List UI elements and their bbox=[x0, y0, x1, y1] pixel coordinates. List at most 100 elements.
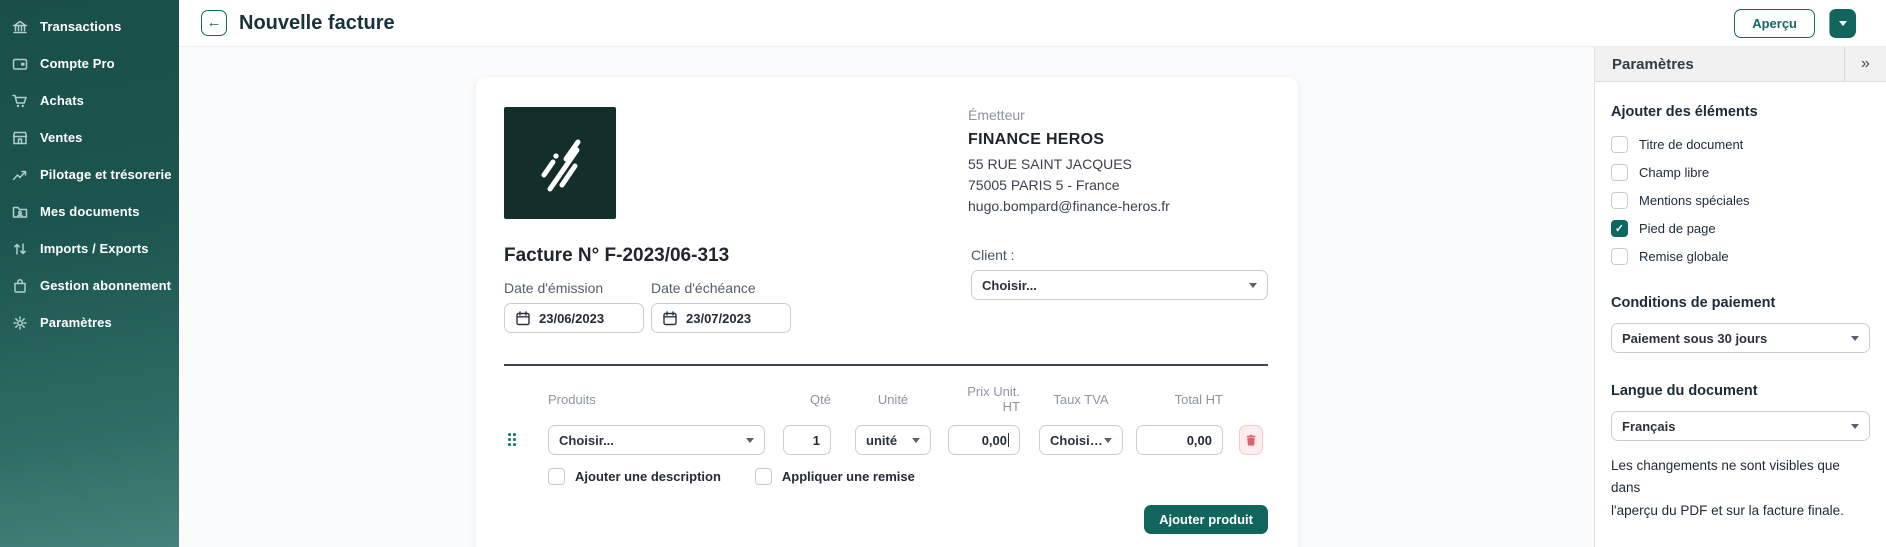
calendar-icon bbox=[515, 310, 531, 326]
chevron-down-icon bbox=[1851, 336, 1859, 341]
element-option-row: Remise globale bbox=[1611, 248, 1870, 265]
collapse-panel-button[interactable]: » bbox=[1844, 47, 1886, 81]
invoice-card-top: Émetteur FINANCE HEROS 55 RUE SAINT JACQ… bbox=[504, 107, 1268, 219]
issue-date-group: Date d'émission 23/06/2023 bbox=[504, 280, 644, 333]
vat-select[interactable]: Choisir... bbox=[1039, 425, 1123, 455]
client-label: Client : bbox=[971, 247, 1268, 263]
apply-discount-checkbox[interactable] bbox=[755, 468, 772, 485]
unit-cell: unité bbox=[855, 425, 931, 455]
add-description-checkbox[interactable] bbox=[548, 468, 565, 485]
unit-select-value: unité bbox=[866, 433, 897, 448]
chevron-down-icon bbox=[1851, 424, 1859, 429]
qty-input[interactable]: 1 bbox=[783, 425, 831, 455]
sidebar-item-compte-pro[interactable]: Compte Pro bbox=[0, 45, 179, 82]
row-handle-cell bbox=[504, 433, 548, 447]
header-produits: Produits bbox=[548, 392, 765, 407]
row-options: Ajouter une description Appliquer une re… bbox=[548, 468, 1268, 485]
sidebar-item-label: Transactions bbox=[40, 19, 121, 34]
payment-terms-select[interactable]: Paiement sous 30 jours bbox=[1611, 323, 1870, 353]
invoice-number: Facture N° F-2023/06-313 bbox=[504, 245, 791, 267]
card-icon bbox=[11, 55, 29, 73]
payment-terms-section: Conditions de paiement Paiement sous 30 … bbox=[1611, 295, 1870, 353]
sidebar-item-mes-documents[interactable]: Mes documents bbox=[0, 193, 179, 230]
sidebar-item-pilotage[interactable]: Pilotage et trésorerie bbox=[0, 156, 179, 193]
pied-de-page-checkbox[interactable]: ✓ bbox=[1611, 220, 1628, 237]
double-chevron-right-icon: » bbox=[1861, 55, 1870, 73]
sidebar-item-achats[interactable]: Achats bbox=[0, 82, 179, 119]
text-cursor bbox=[1008, 433, 1009, 447]
emitter-email: hugo.bompard@finance-heros.fr bbox=[968, 198, 1268, 214]
total-input[interactable]: 0,00 bbox=[1136, 425, 1223, 455]
document-language-select[interactable]: Français bbox=[1611, 411, 1870, 441]
delete-row-button[interactable] bbox=[1239, 425, 1263, 455]
company-logo bbox=[504, 107, 616, 219]
sidebar-item-imports-exports[interactable]: Imports / Exports bbox=[0, 230, 179, 267]
settings-panel: Paramètres » Ajouter des éléments Titre … bbox=[1594, 47, 1886, 547]
app-root: Transactions Compte Pro Achats Ventes Pi… bbox=[0, 0, 1886, 547]
remise-globale-checkbox[interactable] bbox=[1611, 248, 1628, 265]
preview-button[interactable]: Aperçu bbox=[1734, 9, 1815, 38]
element-label: Titre de document bbox=[1639, 137, 1743, 152]
unit-select[interactable]: unité bbox=[855, 425, 931, 455]
sidebar-item-label: Ventes bbox=[40, 130, 83, 145]
back-button[interactable]: ← bbox=[201, 10, 227, 36]
product-select-value: Choisir... bbox=[559, 433, 614, 448]
sidebar-item-gestion-abonnement[interactable]: Gestion abonnement bbox=[0, 267, 179, 304]
emitter-address-line1: 55 RUE SAINT JACQUES bbox=[968, 156, 1268, 172]
gear-icon bbox=[11, 314, 29, 332]
due-date-label: Date d'échéance bbox=[651, 280, 791, 296]
sidebar-item-label: Gestion abonnement bbox=[40, 278, 171, 293]
element-label: Mentions spéciales bbox=[1639, 193, 1750, 208]
sidebar-item-parametres[interactable]: Paramètres bbox=[0, 304, 179, 341]
client-select[interactable]: Choisir... bbox=[971, 270, 1268, 300]
sidebar-item-ventes[interactable]: Ventes bbox=[0, 119, 179, 156]
vat-select-value: Choisir... bbox=[1050, 433, 1104, 448]
header-taux-tva: Taux TVA bbox=[1039, 392, 1123, 407]
payment-terms-title: Conditions de paiement bbox=[1611, 295, 1870, 311]
chart-icon bbox=[11, 166, 29, 184]
chevron-down-icon bbox=[912, 438, 920, 443]
champ-libre-checkbox[interactable] bbox=[1611, 164, 1628, 181]
settings-note-line2: l'aperçu du PDF et sur la facture finale… bbox=[1611, 503, 1844, 518]
import-export-icon bbox=[11, 240, 29, 258]
sidebar: Transactions Compte Pro Achats Ventes Pi… bbox=[0, 0, 179, 547]
sidebar-item-transactions[interactable]: Transactions bbox=[0, 8, 179, 45]
store-icon bbox=[11, 129, 29, 147]
date-fields: Date d'émission 23/06/2023 Date d'échéan… bbox=[504, 280, 791, 333]
issue-date-input[interactable]: 23/06/2023 bbox=[504, 303, 644, 333]
titre-de-document-checkbox[interactable] bbox=[1611, 136, 1628, 153]
settings-panel-title: Paramètres bbox=[1595, 56, 1844, 73]
table-top-rule bbox=[504, 364, 1268, 366]
settings-panel-header: Paramètres » bbox=[1595, 47, 1886, 82]
sidebar-item-label: Achats bbox=[40, 93, 84, 108]
element-label: Champ libre bbox=[1639, 165, 1709, 180]
trash-cell bbox=[1239, 425, 1263, 455]
mentions-speciales-checkbox[interactable] bbox=[1611, 192, 1628, 209]
element-option-row: Titre de document bbox=[1611, 136, 1870, 153]
unit-price-input[interactable]: 0,00 bbox=[948, 425, 1020, 455]
sidebar-item-label: Compte Pro bbox=[40, 56, 115, 71]
folder-icon bbox=[11, 203, 29, 221]
drag-handle-icon[interactable] bbox=[508, 433, 517, 447]
total-cell: 0,00 bbox=[1136, 425, 1223, 455]
finalize-dropdown-button[interactable] bbox=[1830, 9, 1856, 38]
client-select-value: Choisir... bbox=[982, 278, 1037, 293]
cart-icon bbox=[11, 92, 29, 110]
unit-price-value: 0,00 bbox=[982, 433, 1007, 448]
add-product-button[interactable]: Ajouter produit bbox=[1144, 505, 1268, 534]
settings-note: Les changements ne sont visibles que dan… bbox=[1611, 455, 1870, 522]
invoice-dates-block: Facture N° F-2023/06-313 Date d'émission… bbox=[504, 245, 791, 333]
logo-slashes-icon bbox=[520, 123, 600, 203]
emitter-label: Émetteur bbox=[968, 107, 1268, 123]
sidebar-item-label: Pilotage et trésorerie bbox=[40, 167, 172, 182]
product-select[interactable]: Choisir... bbox=[548, 425, 765, 455]
document-language-title: Langue du document bbox=[1611, 383, 1870, 399]
due-date-input[interactable]: 23/07/2023 bbox=[651, 303, 791, 333]
header-total-ht: Total HT bbox=[1136, 392, 1223, 407]
issue-date-label: Date d'émission bbox=[504, 280, 644, 296]
due-date-value: 23/07/2023 bbox=[686, 311, 751, 326]
calendar-icon bbox=[662, 310, 678, 326]
apply-discount-label: Appliquer une remise bbox=[782, 469, 915, 484]
header-unite: Unité bbox=[855, 392, 931, 407]
main-area: Émetteur FINANCE HEROS 55 RUE SAINT JACQ… bbox=[179, 47, 1594, 547]
